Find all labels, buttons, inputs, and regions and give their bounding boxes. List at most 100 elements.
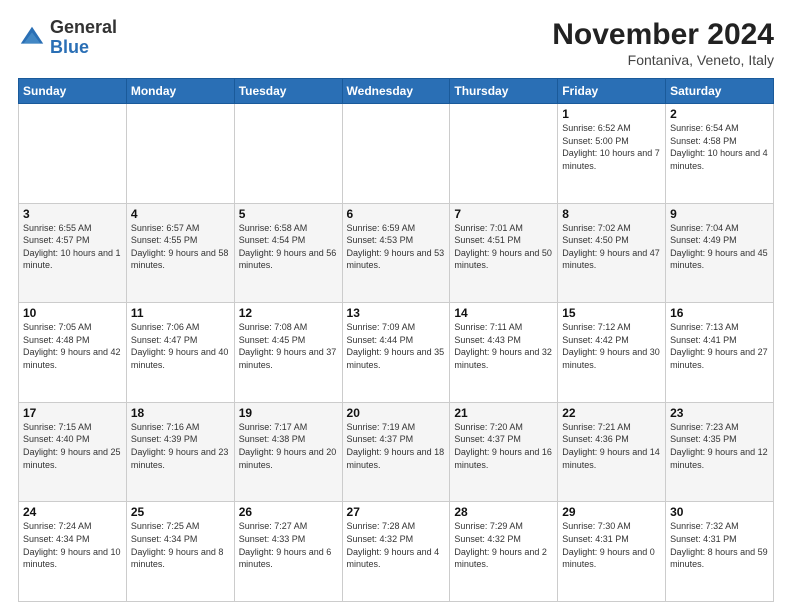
day-info: Sunrise: 7:16 AM Sunset: 4:39 PM Dayligh…	[131, 421, 230, 471]
calendar: Sunday Monday Tuesday Wednesday Thursday…	[18, 78, 774, 602]
day-info: Sunrise: 7:04 AM Sunset: 4:49 PM Dayligh…	[670, 222, 769, 272]
day-number: 26	[239, 505, 338, 519]
calendar-cell: 18Sunrise: 7:16 AM Sunset: 4:39 PM Dayli…	[126, 402, 234, 502]
week-row-0: 1Sunrise: 6:52 AM Sunset: 5:00 PM Daylig…	[19, 104, 774, 204]
day-number: 14	[454, 306, 553, 320]
day-number: 4	[131, 207, 230, 221]
calendar-cell	[234, 104, 342, 204]
day-number: 21	[454, 406, 553, 420]
header-wednesday: Wednesday	[342, 79, 450, 104]
calendar-cell: 14Sunrise: 7:11 AM Sunset: 4:43 PM Dayli…	[450, 303, 558, 403]
day-number: 17	[23, 406, 122, 420]
day-number: 1	[562, 107, 661, 121]
day-info: Sunrise: 7:06 AM Sunset: 4:47 PM Dayligh…	[131, 321, 230, 371]
day-info: Sunrise: 7:28 AM Sunset: 4:32 PM Dayligh…	[347, 520, 446, 570]
calendar-cell: 8Sunrise: 7:02 AM Sunset: 4:50 PM Daylig…	[558, 203, 666, 303]
day-number: 2	[670, 107, 769, 121]
weekday-header-row: Sunday Monday Tuesday Wednesday Thursday…	[19, 79, 774, 104]
calendar-cell: 28Sunrise: 7:29 AM Sunset: 4:32 PM Dayli…	[450, 502, 558, 602]
header-friday: Friday	[558, 79, 666, 104]
calendar-cell: 26Sunrise: 7:27 AM Sunset: 4:33 PM Dayli…	[234, 502, 342, 602]
calendar-cell: 6Sunrise: 6:59 AM Sunset: 4:53 PM Daylig…	[342, 203, 450, 303]
header-monday: Monday	[126, 79, 234, 104]
day-number: 10	[23, 306, 122, 320]
day-info: Sunrise: 7:09 AM Sunset: 4:44 PM Dayligh…	[347, 321, 446, 371]
day-info: Sunrise: 6:57 AM Sunset: 4:55 PM Dayligh…	[131, 222, 230, 272]
logo-general: General	[50, 18, 117, 38]
calendar-cell: 23Sunrise: 7:23 AM Sunset: 4:35 PM Dayli…	[666, 402, 774, 502]
calendar-cell: 4Sunrise: 6:57 AM Sunset: 4:55 PM Daylig…	[126, 203, 234, 303]
calendar-cell: 30Sunrise: 7:32 AM Sunset: 4:31 PM Dayli…	[666, 502, 774, 602]
day-number: 23	[670, 406, 769, 420]
day-number: 19	[239, 406, 338, 420]
calendar-cell	[19, 104, 127, 204]
calendar-cell: 29Sunrise: 7:30 AM Sunset: 4:31 PM Dayli…	[558, 502, 666, 602]
day-number: 24	[23, 505, 122, 519]
logo-blue: Blue	[50, 38, 117, 58]
day-info: Sunrise: 7:21 AM Sunset: 4:36 PM Dayligh…	[562, 421, 661, 471]
calendar-cell: 22Sunrise: 7:21 AM Sunset: 4:36 PM Dayli…	[558, 402, 666, 502]
subtitle: Fontaniva, Veneto, Italy	[552, 52, 774, 68]
calendar-cell: 25Sunrise: 7:25 AM Sunset: 4:34 PM Dayli…	[126, 502, 234, 602]
calendar-cell	[126, 104, 234, 204]
logo-text: General Blue	[50, 18, 117, 58]
calendar-cell: 20Sunrise: 7:19 AM Sunset: 4:37 PM Dayli…	[342, 402, 450, 502]
day-info: Sunrise: 7:32 AM Sunset: 4:31 PM Dayligh…	[670, 520, 769, 570]
day-number: 15	[562, 306, 661, 320]
day-number: 22	[562, 406, 661, 420]
day-info: Sunrise: 7:29 AM Sunset: 4:32 PM Dayligh…	[454, 520, 553, 570]
day-number: 29	[562, 505, 661, 519]
header: General Blue November 2024 Fontaniva, Ve…	[18, 18, 774, 68]
calendar-cell: 13Sunrise: 7:09 AM Sunset: 4:44 PM Dayli…	[342, 303, 450, 403]
logo-icon	[18, 24, 46, 52]
calendar-cell: 7Sunrise: 7:01 AM Sunset: 4:51 PM Daylig…	[450, 203, 558, 303]
week-row-4: 24Sunrise: 7:24 AM Sunset: 4:34 PM Dayli…	[19, 502, 774, 602]
day-info: Sunrise: 6:59 AM Sunset: 4:53 PM Dayligh…	[347, 222, 446, 272]
day-number: 20	[347, 406, 446, 420]
day-info: Sunrise: 7:05 AM Sunset: 4:48 PM Dayligh…	[23, 321, 122, 371]
calendar-cell: 17Sunrise: 7:15 AM Sunset: 4:40 PM Dayli…	[19, 402, 127, 502]
header-thursday: Thursday	[450, 79, 558, 104]
day-number: 9	[670, 207, 769, 221]
day-info: Sunrise: 7:24 AM Sunset: 4:34 PM Dayligh…	[23, 520, 122, 570]
day-info: Sunrise: 7:08 AM Sunset: 4:45 PM Dayligh…	[239, 321, 338, 371]
calendar-cell: 21Sunrise: 7:20 AM Sunset: 4:37 PM Dayli…	[450, 402, 558, 502]
day-info: Sunrise: 7:13 AM Sunset: 4:41 PM Dayligh…	[670, 321, 769, 371]
calendar-cell: 10Sunrise: 7:05 AM Sunset: 4:48 PM Dayli…	[19, 303, 127, 403]
day-number: 30	[670, 505, 769, 519]
day-info: Sunrise: 7:11 AM Sunset: 4:43 PM Dayligh…	[454, 321, 553, 371]
day-info: Sunrise: 7:20 AM Sunset: 4:37 PM Dayligh…	[454, 421, 553, 471]
calendar-cell: 5Sunrise: 6:58 AM Sunset: 4:54 PM Daylig…	[234, 203, 342, 303]
header-saturday: Saturday	[666, 79, 774, 104]
calendar-cell: 3Sunrise: 6:55 AM Sunset: 4:57 PM Daylig…	[19, 203, 127, 303]
day-info: Sunrise: 7:23 AM Sunset: 4:35 PM Dayligh…	[670, 421, 769, 471]
main-title: November 2024	[552, 18, 774, 52]
day-number: 16	[670, 306, 769, 320]
day-info: Sunrise: 7:15 AM Sunset: 4:40 PM Dayligh…	[23, 421, 122, 471]
week-row-2: 10Sunrise: 7:05 AM Sunset: 4:48 PM Dayli…	[19, 303, 774, 403]
day-number: 13	[347, 306, 446, 320]
day-number: 8	[562, 207, 661, 221]
calendar-cell	[450, 104, 558, 204]
day-number: 7	[454, 207, 553, 221]
day-info: Sunrise: 7:25 AM Sunset: 4:34 PM Dayligh…	[131, 520, 230, 570]
calendar-cell: 15Sunrise: 7:12 AM Sunset: 4:42 PM Dayli…	[558, 303, 666, 403]
calendar-cell: 12Sunrise: 7:08 AM Sunset: 4:45 PM Dayli…	[234, 303, 342, 403]
calendar-cell: 27Sunrise: 7:28 AM Sunset: 4:32 PM Dayli…	[342, 502, 450, 602]
day-info: Sunrise: 7:12 AM Sunset: 4:42 PM Dayligh…	[562, 321, 661, 371]
logo: General Blue	[18, 18, 117, 58]
day-number: 5	[239, 207, 338, 221]
calendar-cell: 11Sunrise: 7:06 AM Sunset: 4:47 PM Dayli…	[126, 303, 234, 403]
day-number: 27	[347, 505, 446, 519]
day-number: 18	[131, 406, 230, 420]
header-tuesday: Tuesday	[234, 79, 342, 104]
week-row-3: 17Sunrise: 7:15 AM Sunset: 4:40 PM Dayli…	[19, 402, 774, 502]
day-info: Sunrise: 7:27 AM Sunset: 4:33 PM Dayligh…	[239, 520, 338, 570]
calendar-cell: 1Sunrise: 6:52 AM Sunset: 5:00 PM Daylig…	[558, 104, 666, 204]
day-info: Sunrise: 6:58 AM Sunset: 4:54 PM Dayligh…	[239, 222, 338, 272]
day-number: 28	[454, 505, 553, 519]
day-info: Sunrise: 7:02 AM Sunset: 4:50 PM Dayligh…	[562, 222, 661, 272]
week-row-1: 3Sunrise: 6:55 AM Sunset: 4:57 PM Daylig…	[19, 203, 774, 303]
day-number: 3	[23, 207, 122, 221]
calendar-cell: 16Sunrise: 7:13 AM Sunset: 4:41 PM Dayli…	[666, 303, 774, 403]
